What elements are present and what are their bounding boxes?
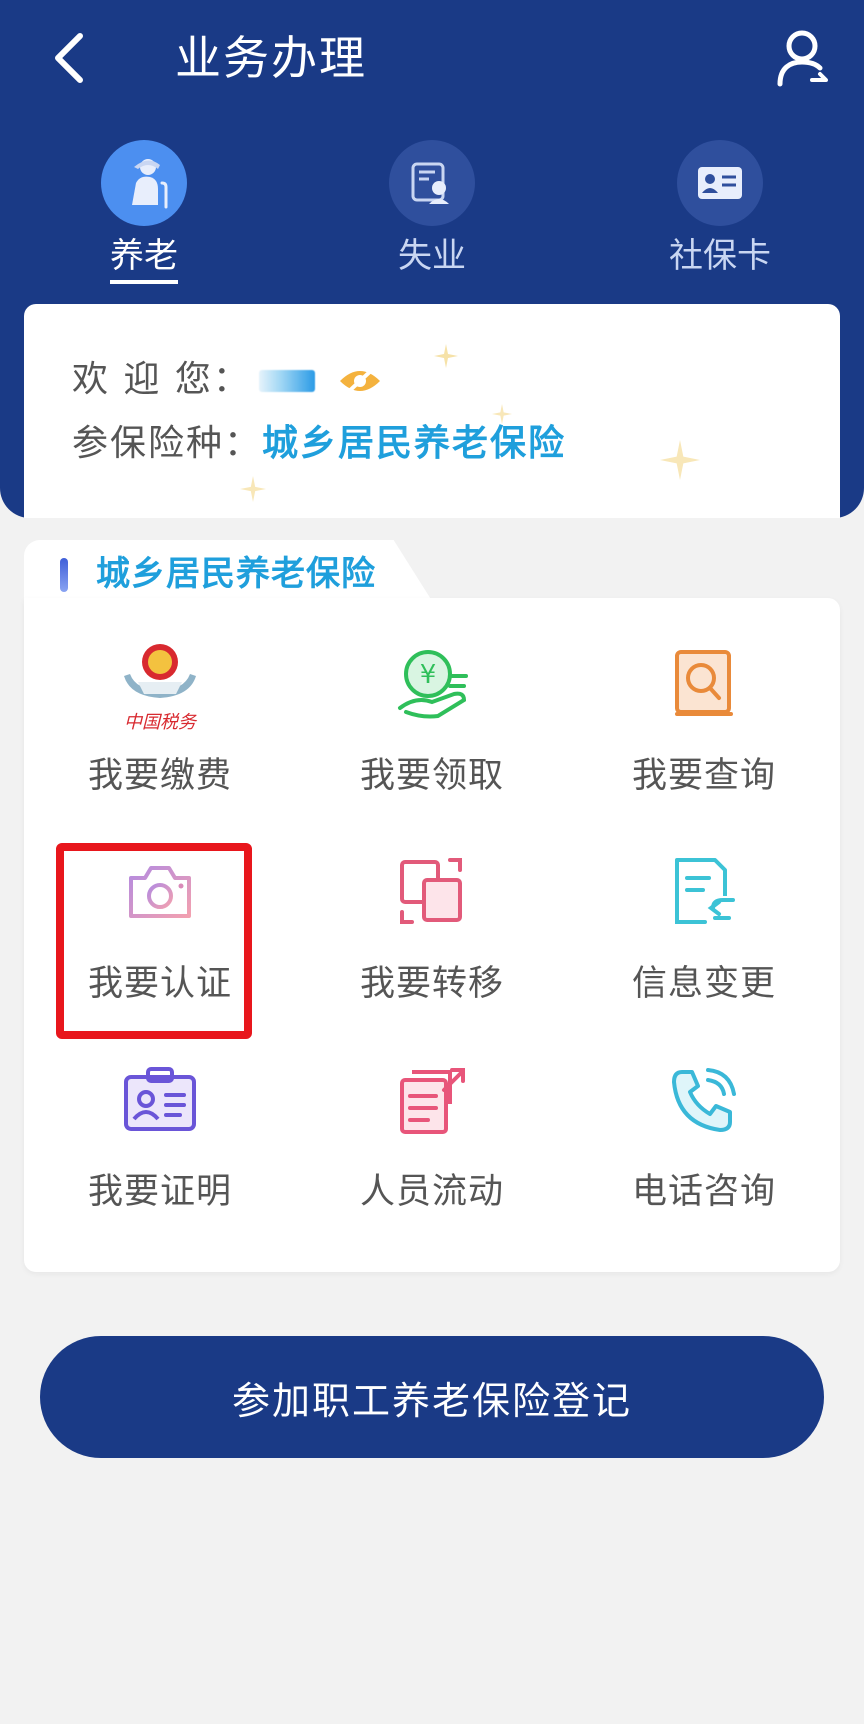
- tab-elderly-label: 养老: [110, 234, 178, 284]
- welcome-greeting-row: 欢 迎 您：: [72, 356, 383, 404]
- register-employee-pension-button[interactable]: 参加职工养老保险登记: [40, 1336, 824, 1458]
- search-book-icon: [649, 634, 759, 734]
- highlight-annotation-box: [56, 843, 252, 1039]
- service-info-change-label: 信息变更: [631, 964, 776, 1004]
- tab-unemployment-label: 失业: [398, 236, 466, 276]
- service-certificate-label: 我要证明: [87, 1172, 232, 1212]
- tab-social-card[interactable]: 社保卡: [630, 140, 810, 280]
- sparkle-icon: [240, 476, 266, 502]
- hide-eye-icon[interactable]: [337, 363, 383, 399]
- app-page: 业务办理 养老 失业 社保卡 欢 迎 您： 参保险种：城乡居民养老保险 城乡居民…: [0, 0, 864, 1724]
- panel-title: 城乡居民养老保险: [96, 554, 376, 594]
- service-info-change[interactable]: 信息变更: [568, 842, 840, 1052]
- document-export-icon: [377, 1050, 487, 1150]
- service-personnel-flow[interactable]: 人员流动: [296, 1050, 568, 1260]
- page-title: 业务办理: [175, 31, 367, 85]
- service-phone-consult[interactable]: 电话咨询: [568, 1050, 840, 1260]
- service-personnel-flow-label: 人员流动: [359, 1172, 504, 1212]
- badge-icon: [105, 1050, 215, 1150]
- user-profile-icon[interactable]: [774, 28, 830, 88]
- id-search-icon: [389, 140, 475, 226]
- service-receive-label: 我要领取: [359, 756, 504, 796]
- insurance-type-label: 参保险种：: [72, 423, 263, 464]
- service-phone-consult-label: 电话咨询: [631, 1172, 776, 1212]
- insurance-type-value: 城乡居民养老保险: [262, 423, 567, 464]
- user-name-masked: [258, 370, 315, 392]
- sparkle-icon: [660, 440, 700, 480]
- document-change-icon: [649, 842, 759, 942]
- insurance-type-row: 参保险种：城乡居民养老保险: [72, 420, 566, 468]
- welcome-greeting-label: 欢 迎 您：: [72, 359, 251, 400]
- panel-title-marker: [60, 558, 68, 592]
- tax-emblem-icon: 中国税务: [105, 634, 215, 734]
- service-pay[interactable]: 中国税务 我要缴费: [24, 634, 296, 844]
- service-pay-label: 我要缴费: [87, 756, 232, 796]
- tab-unemployment[interactable]: 失业: [342, 140, 522, 280]
- service-transfer[interactable]: 我要转移: [296, 842, 568, 1052]
- service-query-label: 我要查询: [631, 756, 776, 796]
- service-certificate[interactable]: 我要证明: [24, 1050, 296, 1260]
- service-transfer-label: 我要转移: [359, 964, 504, 1004]
- welcome-card: 欢 迎 您： 参保险种：城乡居民养老保险: [24, 304, 840, 518]
- tab-elderly[interactable]: 养老: [54, 140, 234, 284]
- elderly-icon: [101, 140, 187, 226]
- service-receive[interactable]: ¥ 我要领取: [296, 634, 568, 844]
- service-query[interactable]: 我要查询: [568, 634, 840, 844]
- tab-social-card-label: 社保卡: [669, 236, 771, 276]
- sparkle-icon: [434, 344, 458, 368]
- id-card-icon: [677, 140, 763, 226]
- back-arrow-icon[interactable]: [46, 30, 90, 86]
- receive-money-icon: ¥: [377, 634, 487, 734]
- phone-icon: [649, 1050, 759, 1150]
- transfer-icon: [377, 842, 487, 942]
- svg-text:¥: ¥: [420, 660, 437, 690]
- svg-text:中国税务: 中国税务: [124, 712, 198, 733]
